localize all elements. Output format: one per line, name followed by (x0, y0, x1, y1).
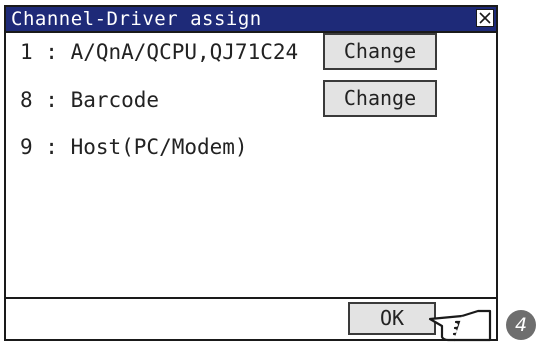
dialog-footer: OK (6, 297, 496, 339)
title-bar: Channel-Driver assign (6, 7, 496, 33)
close-icon (479, 12, 491, 24)
channel-1-change-button[interactable]: Change (323, 33, 437, 70)
channel-driver-dialog: Channel-Driver assign 1 : A/QnA/QCPU,QJ7… (4, 5, 498, 341)
channel-8-label: 8 : Barcode (20, 88, 160, 112)
pointing-hand-icon (428, 309, 492, 342)
step-number-badge: 4 (506, 310, 536, 340)
close-button[interactable] (476, 9, 494, 27)
ok-button[interactable]: OK (348, 302, 436, 335)
channel-8-change-button[interactable]: Change (323, 80, 437, 117)
channel-1-label: 1 : A/QnA/QCPU,QJ71C24 (20, 40, 299, 64)
channel-9-label: 9 : Host(PC/Modem) (20, 135, 248, 159)
dialog-title: Channel-Driver assign (11, 8, 262, 30)
